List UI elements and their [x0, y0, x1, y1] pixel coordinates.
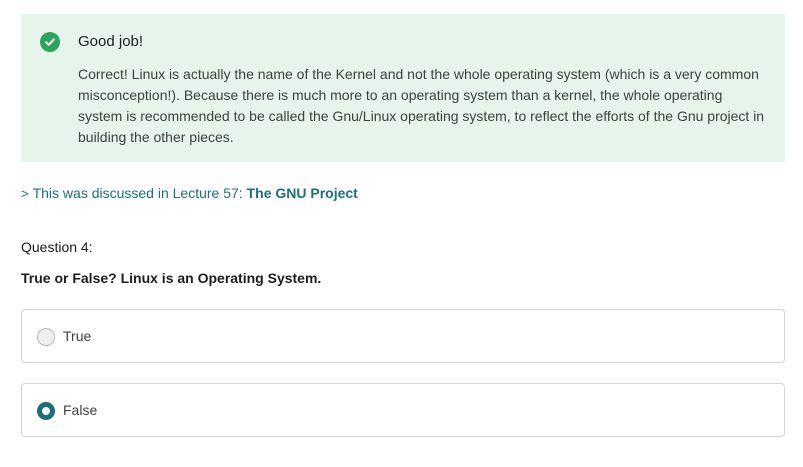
- feedback-explanation: Correct! Linux is actually the name of t…: [78, 66, 765, 145]
- quiz-page: Good job! Correct! Linux is actually the…: [0, 0, 803, 467]
- lecture-link[interactable]: The GNU Project: [247, 185, 358, 201]
- lecture-reference-prefix: This was discussed in Lecture 57:: [32, 185, 247, 201]
- feedback-title: Good job!: [78, 33, 144, 50]
- radio-button-unselected[interactable]: [37, 328, 55, 346]
- radio-button-selected[interactable]: [37, 402, 55, 420]
- feedback-panel: Good job! Correct! Linux is actually the…: [21, 14, 785, 162]
- lecture-reference: > This was discussed in Lecture 57: The G…: [21, 185, 358, 201]
- answer-option-true[interactable]: True: [21, 309, 785, 363]
- answer-option-false[interactable]: False: [21, 383, 785, 437]
- answer-option-label: True: [63, 328, 92, 344]
- question-number: Question 4:: [21, 239, 93, 255]
- answer-option-label: False: [63, 402, 98, 418]
- check-circle-icon: [40, 32, 60, 52]
- chevron-right-icon: >: [21, 186, 29, 201]
- question-text: True or False? Linux is an Operating Sys…: [21, 270, 322, 286]
